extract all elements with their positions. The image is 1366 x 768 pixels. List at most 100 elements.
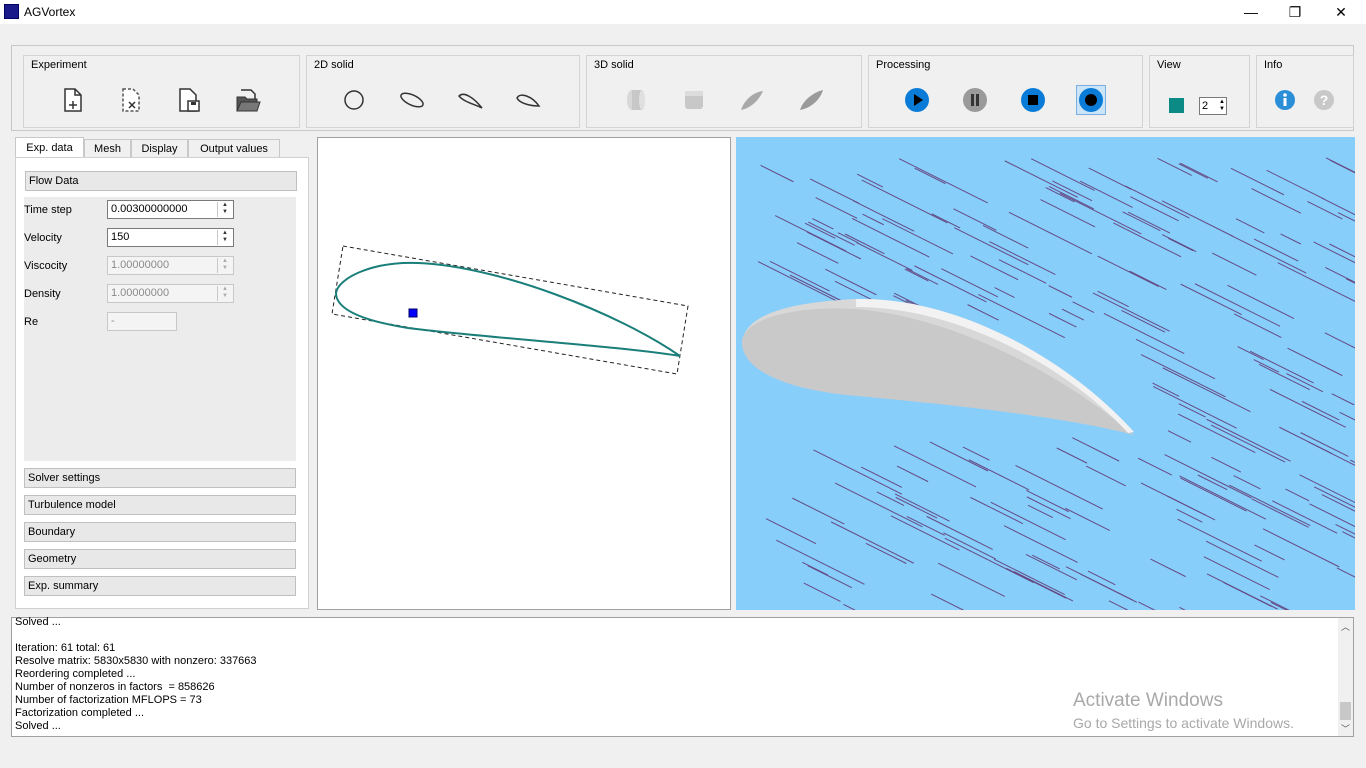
streamline xyxy=(1040,199,1096,228)
log-line: Number of nonzeros in factors = 858626 xyxy=(15,681,215,693)
record-icon[interactable] xyxy=(1076,85,1106,115)
streamline xyxy=(1251,188,1302,214)
log-line: Factorization completed ... xyxy=(15,707,145,719)
turbulence-model-header[interactable]: Turbulence model xyxy=(24,495,296,515)
streamline xyxy=(792,497,845,525)
scroll-down-icon[interactable]: ﹀ xyxy=(1341,722,1350,735)
streamline xyxy=(1129,270,1167,290)
play-icon[interactable] xyxy=(902,85,932,115)
streamline xyxy=(1300,432,1349,457)
streamline xyxy=(1350,459,1355,463)
save-file-icon[interactable] xyxy=(174,85,204,115)
streamline xyxy=(1345,278,1355,284)
view-spinbox[interactable]: 2 ▲ ▼ xyxy=(1199,97,1227,115)
streamline xyxy=(1003,525,1078,563)
maximize-button[interactable]: ❐ xyxy=(1272,0,1318,24)
streamline xyxy=(895,496,938,519)
log-scrollbar[interactable]: ︿ ﹀ xyxy=(1338,618,1353,736)
streamline xyxy=(1211,456,1242,473)
blade-icon[interactable] xyxy=(737,85,767,115)
streamline xyxy=(1237,346,1264,361)
scrollbar-thumb[interactable] xyxy=(1340,702,1351,720)
streamline xyxy=(843,603,856,610)
streamline xyxy=(804,222,836,239)
geometry-header[interactable]: Geometry xyxy=(24,549,296,569)
info-icon[interactable] xyxy=(1270,85,1300,115)
streamline xyxy=(776,539,865,585)
experiment-group: Experiment xyxy=(23,55,300,128)
streamline xyxy=(1079,180,1133,208)
re-label: Re xyxy=(24,316,39,328)
streamline xyxy=(931,593,965,610)
solver-settings-header[interactable]: Solver settings xyxy=(24,468,296,488)
pause-icon[interactable] xyxy=(960,85,990,115)
boundary-header[interactable]: Boundary xyxy=(24,522,296,542)
streamline xyxy=(1254,544,1285,561)
time-step-input[interactable]: 0.00300000000 ▲ ▼ xyxy=(107,200,234,219)
streamline xyxy=(962,446,990,461)
streamline xyxy=(1286,373,1324,393)
streamline xyxy=(906,515,945,536)
leaf-wing-icon[interactable] xyxy=(796,85,826,115)
box-icon[interactable] xyxy=(679,85,709,115)
streamline xyxy=(1266,169,1325,200)
streamline xyxy=(882,218,954,255)
spin-arrows-icon[interactable]: ▲ ▼ xyxy=(217,230,232,245)
streamline xyxy=(1150,558,1186,578)
tab-display[interactable]: Display xyxy=(131,139,188,157)
density-input: 1.00000000 ▲ ▼ xyxy=(107,284,234,303)
title-bar: AGVortex — ❐ ✕ xyxy=(0,0,1366,24)
airfoil-outline xyxy=(334,261,681,357)
open-folder-icon[interactable] xyxy=(233,85,263,115)
geometry-2d-view[interactable] xyxy=(317,137,731,610)
tab-mesh[interactable]: Mesh xyxy=(84,139,131,157)
streamline xyxy=(914,167,946,185)
re-input: - xyxy=(107,312,177,331)
streamline xyxy=(862,213,884,226)
cylinder-icon[interactable] xyxy=(621,85,651,115)
streamline xyxy=(1272,500,1338,534)
exp-summary-header[interactable]: Exp. summary xyxy=(24,576,296,596)
close-button[interactable]: ✕ xyxy=(1318,0,1364,24)
streamline xyxy=(1205,540,1279,578)
streamline xyxy=(1072,437,1120,462)
streamline xyxy=(1285,488,1310,502)
streamline xyxy=(954,227,1029,266)
color-swatch[interactable] xyxy=(1169,98,1184,113)
streamline xyxy=(1203,556,1270,590)
help-icon[interactable]: ? xyxy=(1309,85,1339,115)
circle-icon[interactable] xyxy=(339,85,369,115)
minimize-button[interactable]: — xyxy=(1228,0,1274,24)
velocity-input[interactable]: 150 ▲ ▼ xyxy=(107,228,234,247)
streamline xyxy=(944,537,1034,584)
streamline xyxy=(1270,601,1288,610)
airfoil-icon[interactable] xyxy=(455,85,485,115)
streamline xyxy=(989,241,1056,276)
streamline xyxy=(1004,160,1078,198)
spin-arrows-icon[interactable]: ▲ ▼ xyxy=(217,202,232,217)
streamline xyxy=(865,542,907,564)
ellipse-icon[interactable] xyxy=(397,85,427,115)
spin-arrows-icon: ▲ ▼ xyxy=(217,258,232,273)
streamline xyxy=(896,465,929,483)
spin-arrows-icon[interactable]: ▲ ▼ xyxy=(1219,99,1225,113)
streamline xyxy=(1335,523,1355,535)
scroll-up-icon[interactable]: ︿ xyxy=(1341,620,1350,633)
app-icon xyxy=(4,4,19,19)
streamline xyxy=(1059,192,1142,235)
tab-output-values[interactable]: Output values xyxy=(188,139,280,157)
close-file-icon[interactable] xyxy=(115,85,145,115)
tab-exp-data[interactable]: Exp. data xyxy=(15,137,84,157)
streamline xyxy=(1342,531,1355,539)
streamline xyxy=(1140,354,1226,398)
streamline xyxy=(1259,595,1290,610)
density-value: 1.00000000 xyxy=(111,287,170,299)
streamline xyxy=(1228,484,1311,527)
new-file-icon[interactable] xyxy=(57,85,87,115)
flow-data-header[interactable]: Flow Data xyxy=(25,171,297,191)
flow-3d-view[interactable] xyxy=(736,137,1355,610)
streamline xyxy=(757,261,845,306)
wing-icon[interactable] xyxy=(513,85,543,115)
stop-icon[interactable] xyxy=(1018,85,1048,115)
group-title: Info xyxy=(1264,59,1283,71)
